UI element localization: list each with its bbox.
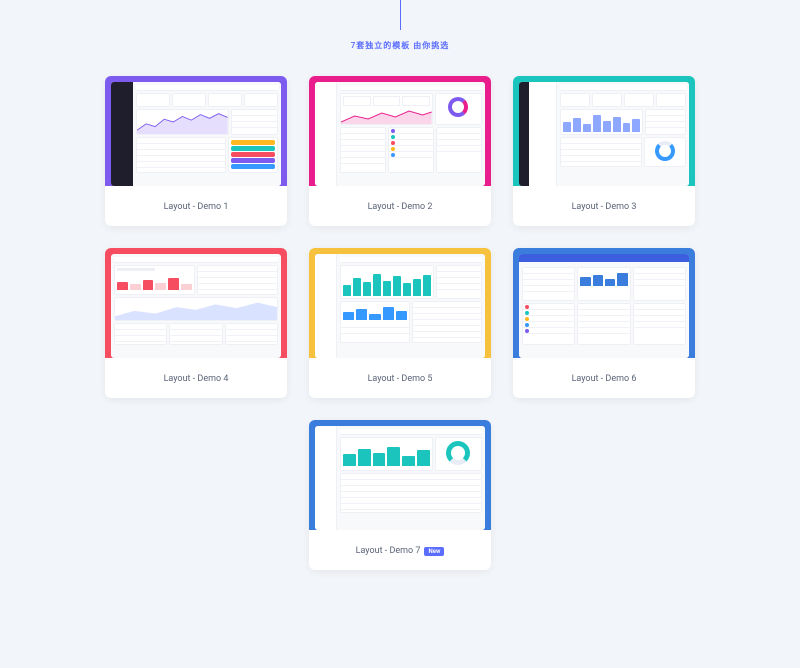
demo-card-5[interactable]: Layout - Demo 5 <box>309 248 491 398</box>
demo-preview <box>309 76 491 186</box>
demo-label: Layout - Demo 5 <box>309 358 491 398</box>
demo-label: Layout - Demo 2 <box>309 186 491 226</box>
demo-card-1[interactable]: Layout - Demo 1 <box>105 76 287 226</box>
demo-grid-row-2: Layout - Demo 7 New <box>0 420 800 570</box>
demo-preview <box>105 248 287 358</box>
demo-preview <box>309 248 491 358</box>
new-badge: New <box>424 547 444 556</box>
demo-label: Layout - Demo 7 New <box>309 530 491 570</box>
demo-label: Layout - Demo 1 <box>105 186 287 226</box>
demo-label: Layout - Demo 4 <box>105 358 287 398</box>
demo-card-7[interactable]: Layout - Demo 7 New <box>309 420 491 570</box>
demo-preview <box>513 76 695 186</box>
demo-card-2[interactable]: Layout - Demo 2 <box>309 76 491 226</box>
demo-label: Layout - Demo 6 <box>513 358 695 398</box>
tagline: 7套独立的模板 由你挑选 <box>0 40 800 51</box>
demo-label: Layout - Demo 3 <box>513 186 695 226</box>
demo-card-3[interactable]: Layout - Demo 3 <box>513 76 695 226</box>
section-divider <box>400 0 401 30</box>
demo-preview <box>309 420 491 530</box>
demo-preview <box>513 248 695 358</box>
demo-preview <box>105 76 287 186</box>
demo-card-4[interactable]: Layout - Demo 4 <box>105 248 287 398</box>
demo-grid: Layout - Demo 1 <box>0 76 800 398</box>
demo-card-6[interactable]: Layout - Demo 6 <box>513 248 695 398</box>
